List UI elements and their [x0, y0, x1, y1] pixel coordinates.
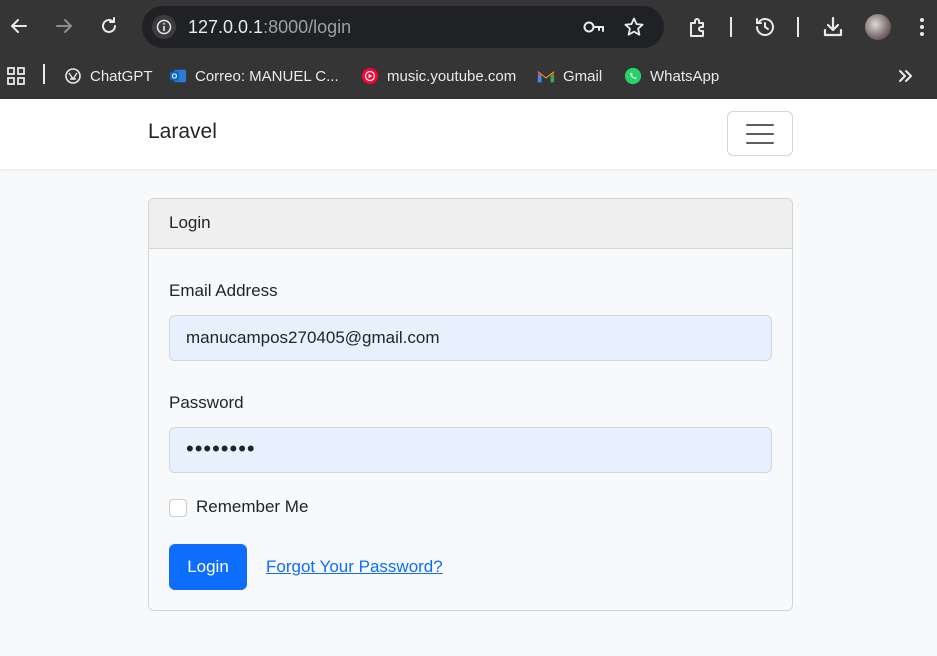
bookmark-label: WhatsApp [650, 67, 720, 85]
bookmark-outlook[interactable]: O Correo: MANUEL C... [169, 63, 339, 89]
bookmark-label: Gmail [563, 67, 603, 85]
toolbar-divider [797, 17, 799, 37]
browser-toolbar: 127.0.0.1:8000/login [0, 0, 937, 54]
forward-arrow-icon[interactable] [51, 11, 77, 41]
extensions-icon[interactable] [685, 14, 711, 40]
download-icon[interactable] [820, 14, 846, 40]
remember-me-checkbox[interactable] [169, 499, 187, 517]
profile-avatar[interactable] [865, 14, 891, 40]
youtube-music-icon [361, 67, 379, 85]
toolbar-divider [730, 17, 732, 37]
bookmark-chatgpt[interactable]: ChatGPT [64, 63, 153, 89]
login-card: Login Email Address manucampos270405@gma… [148, 198, 793, 611]
more-bookmarks-icon[interactable] [896, 63, 914, 89]
remember-me-label[interactable]: Remember Me [196, 497, 308, 517]
bookmark-youtube-music[interactable]: music.youtube.com [361, 63, 516, 89]
url-path: :8000/login [263, 17, 352, 37]
gmail-icon [537, 67, 555, 85]
password-input[interactable]: •••••••• [169, 427, 772, 473]
navbar-brand[interactable]: Laravel [148, 120, 217, 144]
svg-text:O: O [172, 72, 178, 81]
outlook-icon: O [169, 67, 187, 85]
chatgpt-icon [64, 67, 82, 85]
bookmark-star-icon[interactable] [623, 16, 645, 43]
email-label: Email Address [169, 281, 278, 300]
password-masked-value: •••••••• [186, 436, 256, 461]
app-navbar: Laravel [0, 99, 937, 169]
site-info-icon[interactable] [152, 15, 176, 39]
card-header: Login [149, 199, 792, 249]
navbar-toggler-button[interactable] [727, 111, 793, 156]
reload-icon[interactable] [96, 11, 122, 41]
hamburger-icon [746, 123, 774, 126]
address-bar[interactable]: 127.0.0.1:8000/login [142, 6, 664, 48]
url-text[interactable]: 127.0.0.1:8000/login [188, 17, 351, 38]
history-icon[interactable] [752, 14, 778, 40]
url-host: 127.0.0.1 [188, 17, 264, 37]
bookmark-gmail[interactable]: Gmail [537, 63, 602, 89]
forgot-password-link[interactable]: Forgot Your Password? [266, 557, 443, 577]
bookmark-label: music.youtube.com [387, 67, 517, 85]
login-button[interactable]: Login [169, 544, 247, 590]
password-label: Password [169, 393, 244, 412]
bookmark-label: ChatGPT [90, 67, 153, 85]
back-arrow-icon[interactable] [6, 11, 32, 41]
menu-icon[interactable] [912, 14, 932, 40]
bookmark-whatsapp[interactable]: WhatsApp [624, 63, 719, 89]
password-key-icon[interactable] [582, 17, 606, 42]
bookmarks-bar: ChatGPT O Correo: MANUEL C... music.yout… [0, 54, 937, 99]
bookmarks-divider [43, 64, 45, 84]
apps-grid-icon[interactable] [6, 63, 26, 89]
whatsapp-icon [624, 67, 642, 85]
bookmark-label: Correo: MANUEL C... [195, 67, 339, 85]
email-input[interactable]: manucampos270405@gmail.com [169, 315, 772, 361]
